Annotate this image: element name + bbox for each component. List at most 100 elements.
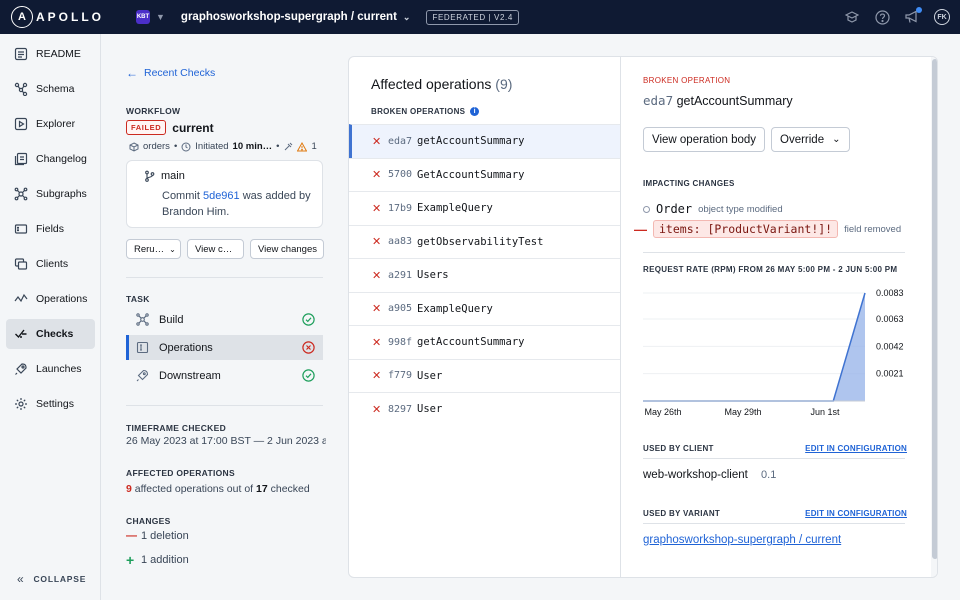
timeframe-value: 26 May 2023 at 17:00 BST — 2 Jun 2023 at…: [126, 435, 326, 447]
operation-title: eda7 getAccountSummary: [643, 93, 793, 108]
sidebar-item-readme[interactable]: README: [6, 39, 95, 69]
check-meta: orders • Initiated 10 min… • 1: [129, 141, 317, 152]
org-badge: KBT: [136, 10, 150, 24]
status-badge: FAILED: [126, 120, 167, 135]
divider: [126, 405, 323, 406]
graph-name: graphosworkshop-supergraph / current: [180, 11, 397, 23]
view-config-button[interactable]: View c…: [187, 239, 244, 259]
sidebar-item-launches[interactable]: Launches: [6, 354, 95, 384]
avatar[interactable]: FK: [934, 9, 950, 25]
sidebar-item-checks[interactable]: Checks: [6, 319, 95, 349]
divider: [126, 277, 323, 278]
sidebar-item-explorer[interactable]: Explorer: [6, 109, 95, 139]
impacting-change-type: Order object type modified: [643, 202, 783, 216]
operation-row[interactable]: ✕ 5700 GetAccountSummary: [349, 157, 620, 192]
impacting-changes-label: IMPACTING CHANGES: [643, 179, 735, 188]
subgraphs-icon: [14, 187, 28, 201]
operation-row[interactable]: ✕ 8297 User: [349, 392, 620, 426]
operation-name: Users: [417, 269, 449, 282]
notification-dot: [916, 7, 922, 13]
sidebar-item-settings[interactable]: Settings: [6, 389, 95, 419]
task-downstream[interactable]: Downstream: [126, 363, 323, 388]
operation-hash: a291: [388, 269, 413, 281]
view-changes-button[interactable]: View changes: [250, 239, 324, 259]
settings-icon: [15, 398, 27, 410]
operation-row[interactable]: ✕ 17b9 ExampleQuery: [349, 191, 620, 225]
operation-row[interactable]: ✕ a905 ExampleQuery: [349, 291, 620, 326]
operation-name: User: [417, 369, 443, 382]
operation-name: ExampleQuery: [417, 202, 493, 215]
operation-name: getAccountSummary: [417, 135, 525, 148]
task-label: TASK: [126, 294, 150, 304]
chevron-down-icon: ▼: [156, 12, 165, 22]
org-switcher[interactable]: KBT ▼: [136, 10, 165, 24]
top-bar: A APOLLO KBT ▼ graphosworkshop-supergraph…: [0, 0, 960, 34]
used-by-client-label: USED BY CLIENT: [643, 444, 714, 453]
task-build[interactable]: Build: [126, 307, 323, 332]
apollo-logo[interactable]: A APOLLO: [11, 6, 104, 28]
schema-icon: [14, 82, 28, 96]
operation-hash: aa83: [388, 236, 413, 248]
x-icon: ✕: [372, 135, 382, 148]
commit-card: main Commit 5de961 was added by Brandon …: [126, 160, 323, 228]
check-circle-icon: [302, 369, 315, 382]
graph-switcher[interactable]: graphosworkshop-supergraph / current ⌄: [181, 11, 411, 23]
operation-row[interactable]: ✕ aa83 getObservabilityTest: [349, 224, 620, 259]
changes-label: CHANGES: [126, 516, 171, 526]
learn-icon[interactable]: [844, 9, 860, 25]
scrollbar-thumb[interactable]: [932, 59, 937, 559]
operation-hash: 5700: [388, 169, 413, 181]
launches-icon: [15, 363, 27, 375]
commit-message: Commit 5de961 was added by Brandon Him.: [162, 190, 311, 218]
plus-icon: +: [126, 552, 135, 568]
help-icon[interactable]: [874, 9, 890, 25]
commit-sha-link[interactable]: 5de961: [203, 190, 240, 202]
x-circle-icon: [302, 341, 315, 354]
status-dot: [643, 205, 650, 213]
edit-variant-config-link[interactable]: EDIT IN CONFIGURATION: [805, 509, 907, 518]
rerun-button[interactable]: Reru… ⌄: [126, 239, 181, 259]
override-dropdown[interactable]: Override ⌄: [771, 127, 850, 152]
request-rate-label: REQUEST RATE (RPM) FROM 26 MAY 5:00 PM -…: [643, 265, 898, 274]
operation-row[interactable]: ✕ 998f getAccountSummary: [349, 325, 620, 359]
readme-icon: [14, 47, 28, 61]
build-icon: [136, 313, 150, 327]
additions-count: + 1 addition: [126, 552, 189, 568]
subgraph-name: orders: [143, 141, 170, 152]
federation-tag: FEDERATED | V2.4: [426, 9, 519, 25]
operation-name: User: [417, 403, 443, 416]
operation-row[interactable]: ✕ a291 Users: [349, 258, 620, 292]
task-operations[interactable]: Operations: [126, 335, 323, 360]
sidebar-item-subgraphs[interactable]: Subgraphs: [6, 179, 95, 209]
minus-icon: —: [126, 530, 137, 542]
scrollbar[interactable]: [931, 57, 937, 577]
y-tick-label: 0.0021: [876, 369, 904, 379]
view-operation-body-button[interactable]: View operation body: [643, 127, 765, 152]
linter-icon: [285, 142, 293, 150]
explorer-icon: [14, 117, 28, 131]
info-icon[interactable]: i: [470, 107, 480, 116]
sidebar-item-clients[interactable]: Clients: [6, 249, 95, 279]
line-series: [643, 292, 866, 402]
variant-link[interactable]: graphosworkshop-supergraph / current: [643, 534, 841, 546]
sidebar-item-operations[interactable]: Operations: [6, 284, 95, 314]
announcement-icon[interactable]: [904, 7, 922, 25]
operation-name: GetAccountSummary: [417, 168, 525, 181]
git-branch-icon: [145, 170, 155, 182]
sidebar: README Schema Explorer Changelog Subgrap…: [0, 34, 101, 600]
operation-row[interactable]: ✕ eda7 getAccountSummary: [349, 124, 620, 158]
operation-name: getObservabilityTest: [417, 235, 544, 248]
logo-text: APOLLO: [36, 10, 104, 24]
collapse-button[interactable]: « COLLAPSE: [17, 572, 86, 586]
sidebar-item-schema[interactable]: Schema: [6, 74, 95, 104]
x-icon: ✕: [372, 336, 382, 349]
warning-icon: [297, 141, 308, 151]
back-link[interactable]: ← Recent Checks: [126, 66, 215, 80]
operation-row[interactable]: ✕ f779 User: [349, 358, 620, 393]
sidebar-item-fields[interactable]: Fields: [6, 214, 95, 244]
deletions-count: — 1 deletion: [126, 530, 189, 542]
y-tick-label: 0.0083: [876, 288, 904, 298]
sidebar-item-changelog[interactable]: Changelog: [6, 144, 95, 174]
edit-client-config-link[interactable]: EDIT IN CONFIGURATION: [805, 444, 907, 453]
operation-hash: a905: [388, 303, 413, 315]
